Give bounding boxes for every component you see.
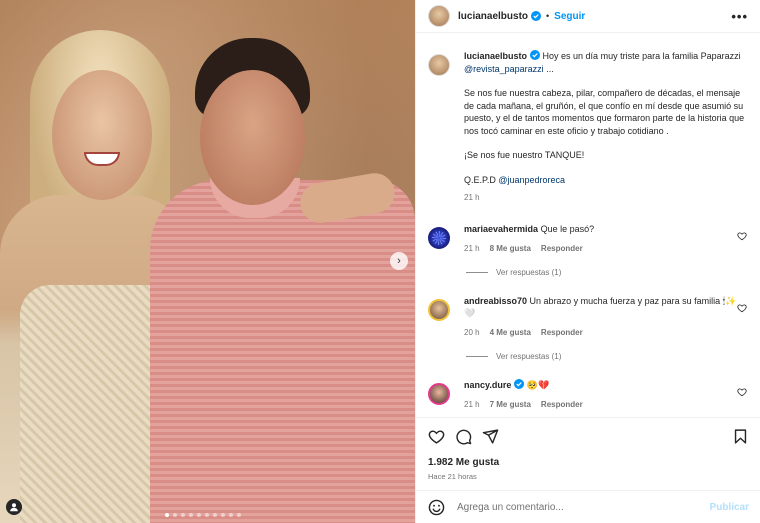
comment-time[interactable]: 20 h (464, 327, 480, 339)
carousel-dot (165, 513, 169, 517)
heart-icon[interactable] (428, 428, 445, 445)
add-comment-bar: Publicar (416, 490, 760, 523)
post-caption: lucianaelbusto Hoy es un día muy triste … (428, 50, 749, 205)
photo-person-b-shirt (150, 180, 415, 523)
comment-body: andreabisso70 Un abrazo y mucha fuerza y… (464, 295, 739, 339)
comment-item: mariaevahermida Que le pasó? 21 h 8 Me g… (428, 223, 749, 255)
comment-meta: 20 h 4 Me gusta Responder (464, 327, 739, 339)
share-icon[interactable] (482, 428, 499, 445)
caption-time[interactable]: 21 h (464, 192, 749, 205)
like-comment-heart-icon[interactable] (737, 387, 747, 397)
view-replies-label: Ver respuestas (1) (496, 267, 562, 277)
verified-icon (514, 378, 525, 389)
author-username[interactable]: lucianaelbusto (458, 11, 528, 22)
caption-paragraph: Se nos fue nuestra cabeza, pilar, compañ… (464, 88, 745, 136)
commenter-avatar[interactable] (428, 226, 450, 249)
bookmark-icon[interactable] (732, 428, 749, 445)
carousel-dot (213, 513, 217, 517)
caption-author-avatar[interactable] (428, 54, 450, 76)
comment-likes[interactable]: 7 Me gusta (490, 399, 531, 411)
photo-person-a-face (52, 70, 152, 200)
comment-text: 🥺💔 (526, 379, 550, 390)
commenter-avatar[interactable] (428, 382, 450, 405)
post-actions-bar (416, 417, 760, 455)
likes-count[interactable]: 1.982 Me gusta (428, 457, 499, 468)
publish-button[interactable]: Publicar (710, 502, 749, 513)
caption-tanque: ¡Se nos fue nuestro TANQUE! (464, 150, 585, 160)
carousel-dot (229, 513, 233, 517)
post-header: lucianaelbusto • Seguir ••• (416, 0, 760, 33)
emoji-icon[interactable] (428, 499, 445, 516)
more-options-button[interactable]: ••• (731, 9, 748, 24)
replies-line (466, 355, 488, 357)
post-photo[interactable]: › (0, 0, 415, 523)
comment-reply-button[interactable]: Responder (541, 399, 583, 411)
replies-line (466, 271, 488, 273)
comment-text: Que le pasó? (540, 223, 595, 234)
carousel-dots (165, 513, 241, 517)
comment-time[interactable]: 21 h (464, 399, 480, 411)
carousel-dot (205, 513, 209, 517)
post-age[interactable]: Hace 21 horas (428, 472, 477, 481)
carousel-dot (221, 513, 225, 517)
comment-meta: 21 h 8 Me gusta Responder (464, 243, 739, 255)
verified-icon (531, 11, 542, 21)
comment-meta: 21 h 7 Me gusta Responder (464, 399, 739, 411)
comment-icon[interactable] (455, 428, 472, 445)
commenter-avatar[interactable] (428, 298, 450, 321)
user-tag-icon (10, 503, 18, 512)
caption-ellipsis: ... (543, 63, 554, 74)
view-replies-button[interactable]: Ver respuestas (1) (466, 268, 749, 277)
comment-time[interactable]: 21 h (464, 243, 480, 255)
carousel-dot (189, 513, 193, 517)
comment-input[interactable] (457, 501, 710, 513)
separator-dot: • (546, 11, 550, 21)
carousel-dot (181, 513, 185, 517)
caption-intro-line: lucianaelbusto Hoy es un día muy triste … (464, 50, 749, 75)
comment-item: nancy.dure 🥺💔 21 h 7 Me gusta Responder (428, 378, 749, 411)
view-replies-button[interactable]: Ver respuestas (1) (466, 352, 749, 361)
comments-scroll-area[interactable]: lucianaelbusto Hoy es un día muy triste … (416, 40, 760, 417)
author-avatar[interactable] (428, 5, 450, 27)
carousel-dot (237, 513, 241, 517)
comment-likes[interactable]: 8 Me gusta (490, 243, 531, 255)
carousel-dot (173, 513, 177, 517)
caption-mention-paparazzi[interactable]: @revista_paparazzi (464, 64, 544, 74)
carousel-next-button[interactable]: › (390, 252, 408, 270)
post-details-panel: lucianaelbusto • Seguir ••• lucianaelbus… (415, 0, 760, 523)
view-replies-label: Ver respuestas (1) (496, 351, 562, 361)
comment-item: andreabisso70 Un abrazo y mucha fuerza y… (428, 295, 749, 339)
comment-body: mariaevahermida Que le pasó? 21 h 8 Me g… (464, 223, 739, 255)
caption-username[interactable]: lucianaelbusto (464, 51, 527, 61)
carousel-dot (197, 513, 201, 517)
caption-qepd-text: Q.E.P.D (464, 174, 499, 185)
caption-qepd: Q.E.P.D @juanpedroreca (464, 174, 749, 187)
comment-likes[interactable]: 4 Me gusta (490, 327, 531, 339)
verified-icon (530, 50, 541, 60)
comment-username[interactable]: mariaevahermida (464, 224, 538, 234)
caption-intro-text: Hoy es un día muy triste para la familia… (542, 51, 741, 61)
photo-person-b-face (200, 70, 305, 205)
comment-body: nancy.dure 🥺💔 21 h 7 Me gusta Responder (464, 378, 739, 411)
user-tag-button[interactable] (6, 499, 22, 515)
caption-body: lucianaelbusto Hoy es un día muy triste … (464, 50, 749, 205)
follow-button[interactable]: Seguir (554, 11, 585, 22)
comment-username[interactable]: andreabisso70 (464, 296, 527, 306)
like-comment-heart-icon[interactable] (737, 303, 747, 313)
comment-reply-button[interactable]: Responder (541, 243, 583, 255)
like-comment-heart-icon[interactable] (737, 231, 747, 241)
caption-mention-juanpedroreca[interactable]: @juanpedroreca (498, 175, 565, 185)
comment-username[interactable]: nancy.dure (464, 380, 511, 390)
comment-reply-button[interactable]: Responder (541, 327, 583, 339)
